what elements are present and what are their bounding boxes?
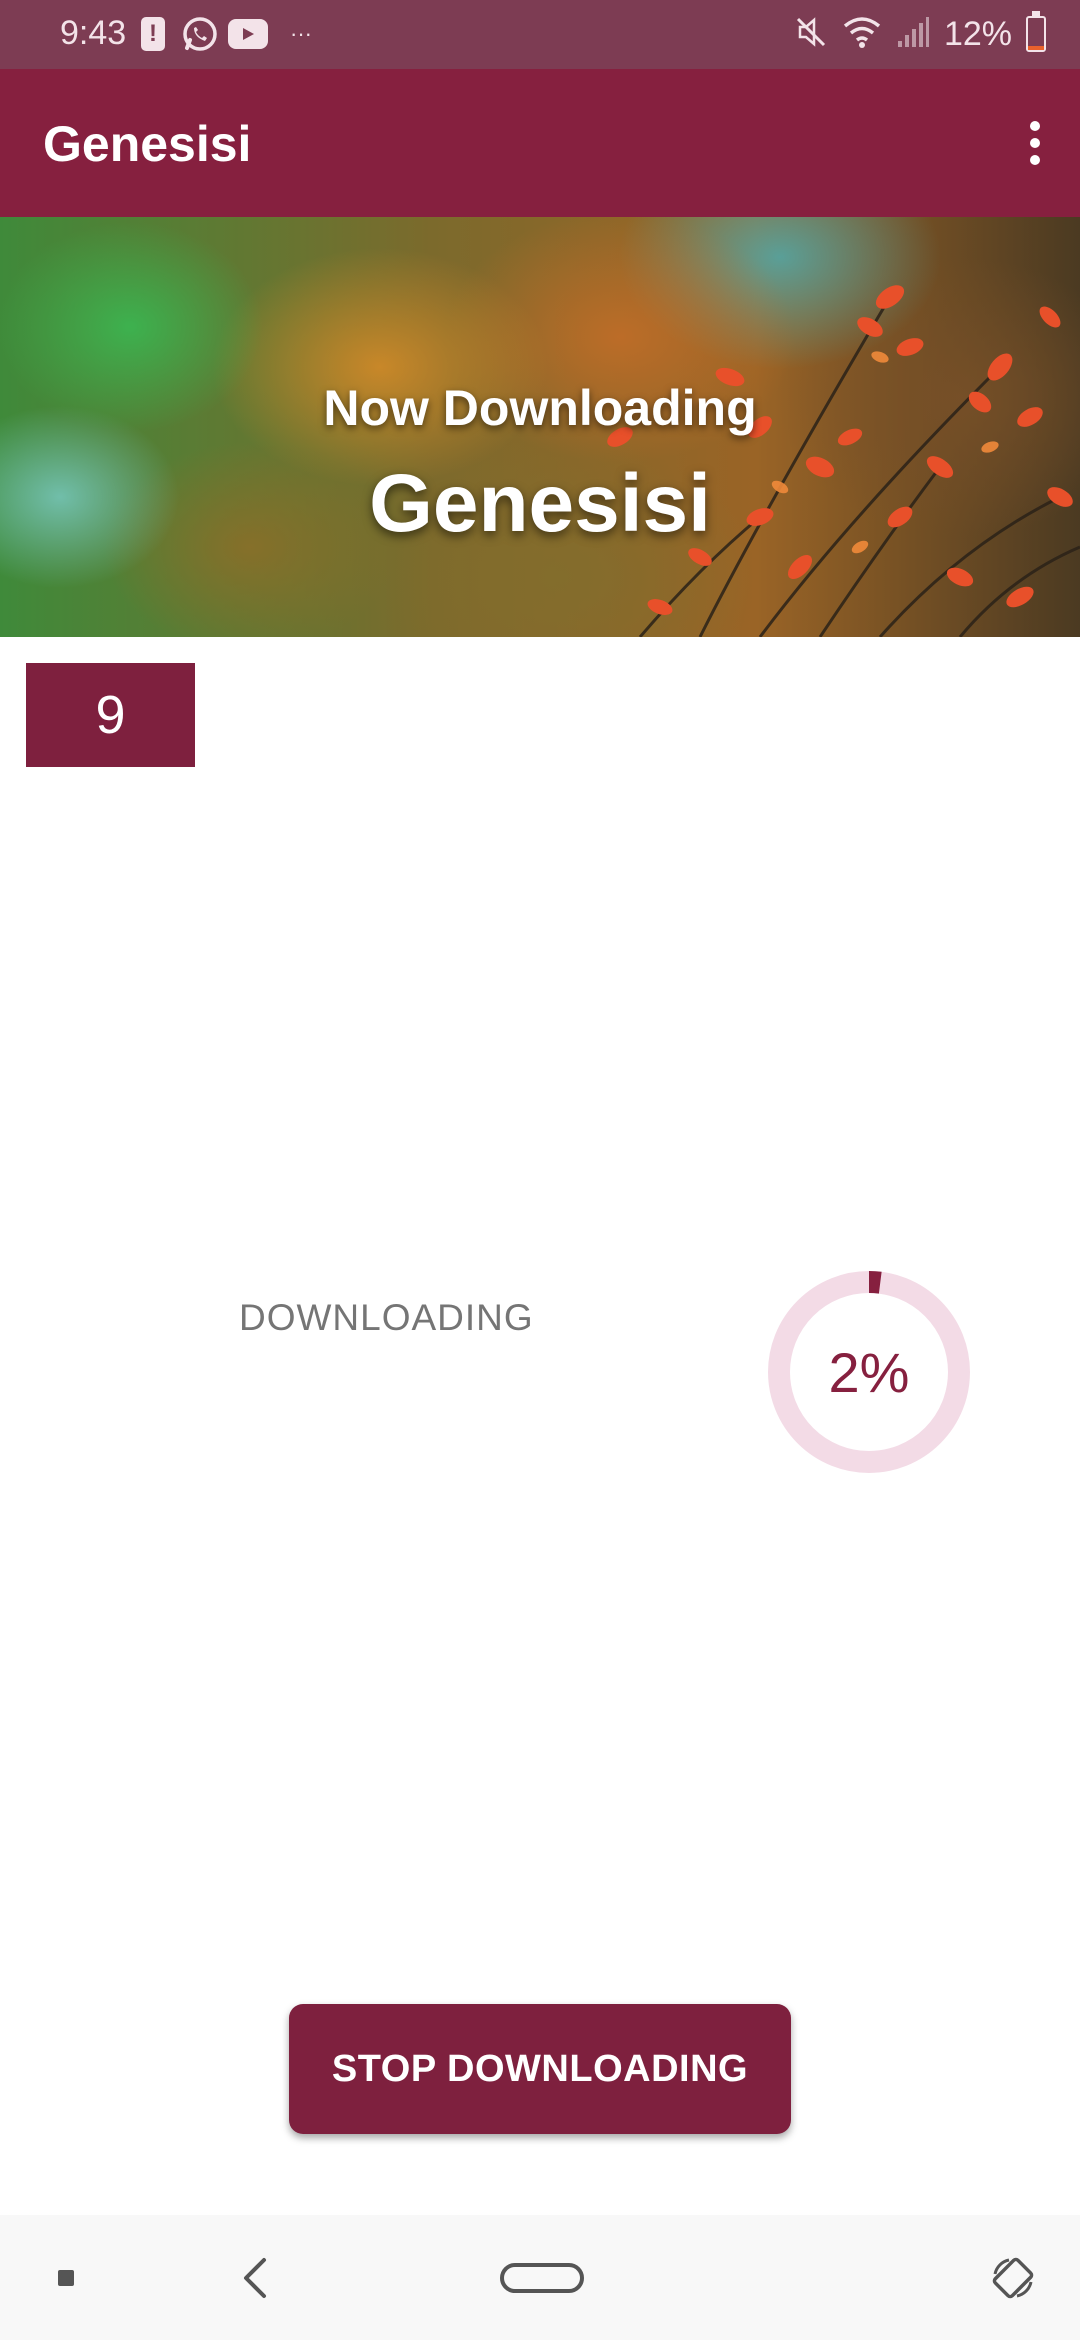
banner-title: Genesisi (369, 458, 711, 549)
progress-percent: 2% (828, 1340, 910, 1404)
signal-icon (896, 15, 930, 54)
now-downloading-banner: Now Downloading Genesisi (0, 217, 1080, 637)
app-bar: Genesisi (0, 69, 1080, 217)
status-bar: 9:43 ! ··· 12% (0, 0, 1080, 69)
download-status-label: DOWNLOADING (239, 1297, 534, 1338)
rotate-icon[interactable] (980, 2215, 1046, 2340)
battery-level (1028, 46, 1044, 50)
stop-downloading-button[interactable]: STOP DOWNLOADING (289, 2004, 791, 2134)
alert-icon: ! (141, 17, 165, 51)
wifi-icon (842, 15, 882, 54)
more-notifications-icon: ··· (290, 21, 312, 46)
navigation-bar (0, 2215, 1080, 2340)
battery-icon (1026, 11, 1046, 52)
mute-icon (794, 15, 828, 54)
recents-icon[interactable] (30, 2215, 102, 2340)
battery-percent: 12% (943, 14, 1012, 53)
whatsapp-icon (180, 14, 220, 54)
chapter-number-badge: 9 (26, 663, 195, 767)
youtube-icon (228, 19, 268, 49)
status-time: 9:43 (60, 14, 127, 52)
more-vert-icon[interactable] (990, 103, 1080, 183)
home-icon[interactable] (490, 2215, 594, 2340)
back-icon[interactable] (220, 2215, 292, 2340)
app-title: Genesisi (43, 116, 252, 172)
banner-subtitle: Now Downloading (323, 380, 757, 436)
